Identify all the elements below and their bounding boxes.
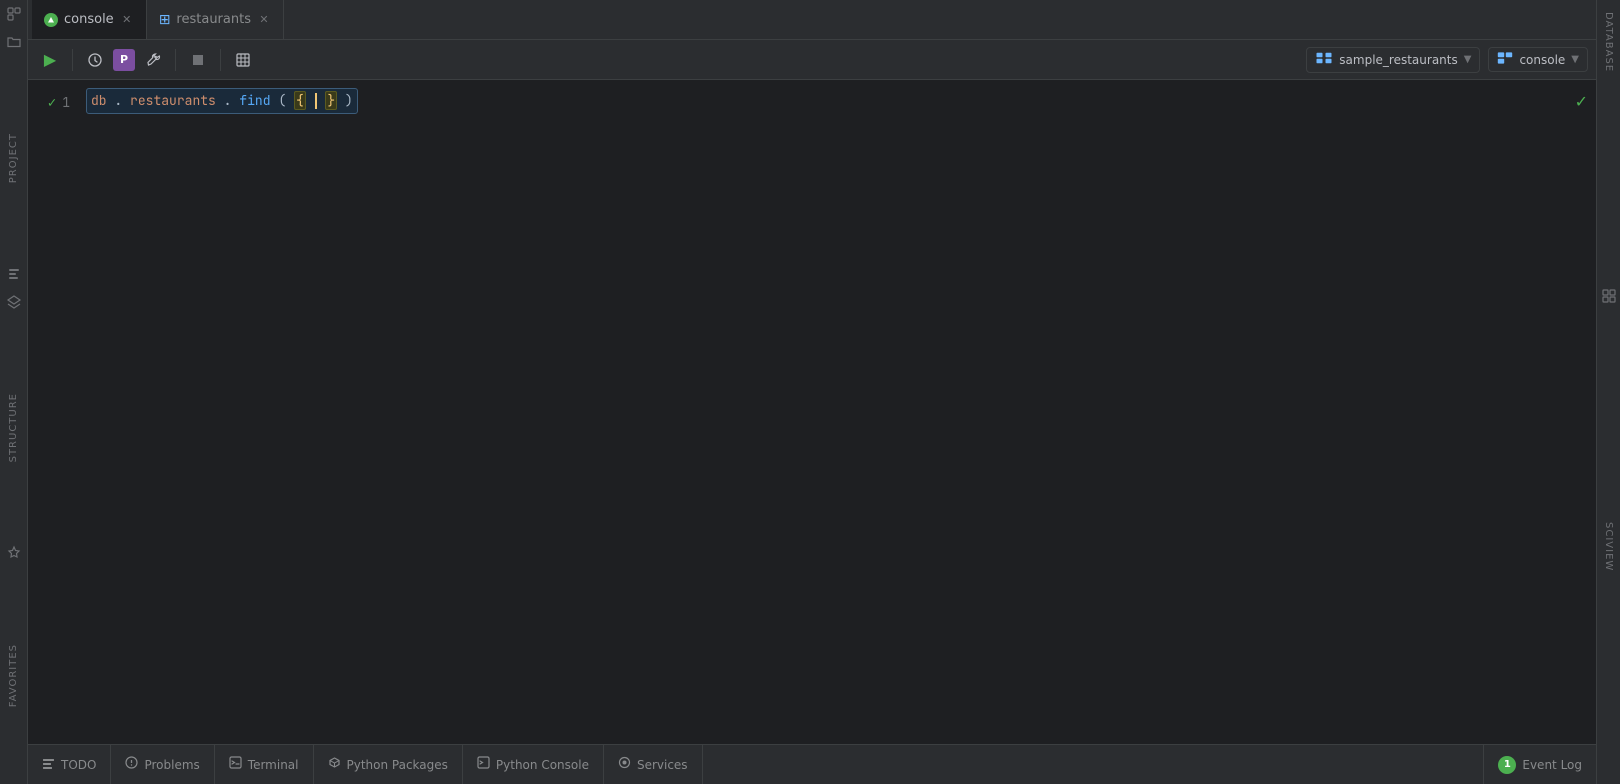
console-tab-label: console — [64, 12, 114, 27]
status-python-console[interactable]: Python Console — [463, 745, 604, 784]
services-icon — [618, 756, 631, 773]
problems-label: Problems — [144, 758, 199, 772]
console-tab-icon — [44, 13, 58, 27]
code-close-brace: } — [325, 91, 337, 110]
restaurants-tab-icon: ⊞ — [159, 12, 171, 28]
python-packages-label: Python Packages — [347, 758, 448, 772]
line-check-1: ✓ — [48, 92, 56, 114]
editor-check-right: ✓ — [1575, 92, 1588, 111]
status-event-log[interactable]: 1 Event Log — [1483, 745, 1596, 784]
right-sidebar-grid-icon[interactable] — [1598, 285, 1620, 310]
toolbar-right: sample_restaurants ▼ console ▼ — [1306, 47, 1588, 73]
toolbar-sep-3 — [220, 49, 221, 71]
editor-area[interactable]: ✓ 1 db . restaurants . find ( { } ) — [28, 80, 1596, 744]
left-sidebar-favorites-label[interactable]: Favorites — [8, 636, 19, 715]
code-line-1: db . restaurants . find ( { } ) — [86, 90, 1588, 112]
history-button[interactable] — [81, 46, 109, 74]
python-console-icon — [477, 756, 490, 773]
event-badge: 1 — [1498, 756, 1516, 774]
status-todo[interactable]: TODO — [28, 745, 111, 784]
line-num-1: 1 — [62, 92, 70, 114]
console-selector-label: console — [1519, 53, 1565, 67]
left-sidebar-project-label[interactable]: Project — [8, 125, 19, 191]
left-sidebar: Project Structure Favorites — [0, 0, 28, 784]
terminal-label: Terminal — [248, 758, 299, 772]
code-dot1: . — [114, 92, 122, 109]
left-sidebar-folder-icon[interactable] — [3, 31, 25, 53]
wrench-button[interactable] — [139, 46, 167, 74]
toolbar-sep-2 — [175, 49, 176, 71]
main-area: console ✕ ⊞ restaurants ✕ ▶ P — [28, 0, 1596, 784]
code-close-paren: ) — [345, 92, 353, 109]
terminal-icon — [229, 756, 242, 773]
db-selector-icon — [1315, 51, 1333, 69]
line-number-1: ✓ 1 — [36, 92, 70, 114]
tab-console[interactable]: console ✕ — [32, 0, 147, 39]
code-open-paren: ( — [278, 92, 286, 109]
left-sidebar-structure-label[interactable]: Structure — [8, 385, 19, 470]
status-python-packages[interactable]: Python Packages — [314, 745, 463, 784]
table-button[interactable] — [229, 46, 257, 74]
right-sidebar-database-label[interactable]: Database — [1603, 4, 1614, 80]
console-selector-arrow: ▼ — [1571, 54, 1579, 65]
line-numbers: ✓ 1 — [28, 80, 78, 744]
db-selector-arrow: ▼ — [1464, 54, 1472, 65]
event-log-label: Event Log — [1522, 758, 1582, 772]
code-open-brace: { — [294, 91, 306, 110]
tab-bar: console ✕ ⊞ restaurants ✕ — [28, 0, 1596, 40]
todo-icon — [42, 756, 55, 773]
status-terminal[interactable]: Terminal — [215, 745, 314, 784]
services-label: Services — [637, 758, 688, 772]
status-problems[interactable]: Problems — [111, 745, 214, 784]
toolbar: ▶ P — [28, 40, 1596, 80]
toolbar-sep-1 — [72, 49, 73, 71]
left-sidebar-layers-icon[interactable] — [3, 291, 25, 313]
left-sidebar-star-icon[interactable] — [3, 542, 25, 564]
stop-button[interactable] — [184, 46, 212, 74]
problems-icon — [125, 756, 138, 773]
tab-restaurants[interactable]: ⊞ restaurants ✕ — [147, 0, 284, 39]
status-services[interactable]: Services — [604, 745, 703, 784]
code-collection: restaurants — [130, 92, 216, 109]
todo-label: TODO — [61, 758, 96, 772]
run-button[interactable]: ▶ — [36, 46, 64, 74]
console-selector-icon — [1497, 51, 1513, 68]
console-tab-close[interactable]: ✕ — [120, 13, 134, 27]
code-db: db — [91, 92, 107, 109]
console-selector[interactable]: console ▼ — [1488, 47, 1588, 72]
restaurants-tab-close[interactable]: ✕ — [257, 13, 271, 27]
right-sidebar-sciview-label[interactable]: SciView — [1603, 514, 1614, 579]
python-packages-icon — [328, 756, 341, 773]
editor-content[interactable]: db . restaurants . find ( { } ) — [78, 80, 1596, 744]
code-method: find — [239, 92, 270, 109]
code-dot2: . — [224, 92, 232, 109]
left-sidebar-structure-icon[interactable] — [3, 263, 25, 285]
code-cursor — [315, 93, 317, 109]
python-button[interactable]: P — [113, 49, 135, 71]
restaurants-tab-label: restaurants — [176, 12, 251, 27]
left-sidebar-project-icon[interactable] — [3, 3, 25, 25]
db-selector-label: sample_restaurants — [1339, 53, 1457, 67]
status-bar: TODO Problems Terminal — [28, 744, 1596, 784]
right-sidebar: Database SciView — [1596, 0, 1620, 784]
db-selector[interactable]: sample_restaurants ▼ — [1306, 47, 1480, 73]
python-console-label: Python Console — [496, 758, 589, 772]
